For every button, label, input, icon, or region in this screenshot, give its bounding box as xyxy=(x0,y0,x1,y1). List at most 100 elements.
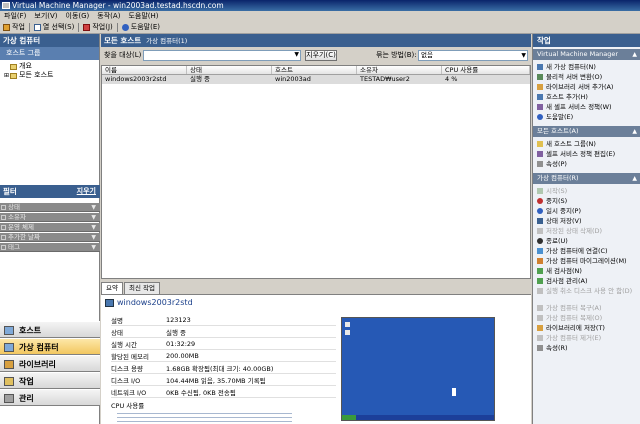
column-header-owner[interactable]: 소유자 xyxy=(357,66,442,74)
tree-item-overview[interactable]: 개요 xyxy=(4,62,95,71)
detail-row-disk-size: 디스크 용량 1.68GB 확장됨(최대 크기: 40.00GB) xyxy=(111,363,336,374)
action-label: 호스트 추가(H) xyxy=(546,93,588,101)
tab-latest-job[interactable]: 최신 작업 xyxy=(123,282,160,294)
action-item[interactable]: 호스트 추가(H) xyxy=(537,93,639,101)
tree-item-all-hosts[interactable]: ⊞ 모든 호스트 xyxy=(4,71,95,80)
menu-file[interactable]: 파일(F) xyxy=(0,11,30,22)
action-item[interactable]: 물리적 서버 변환(O) xyxy=(537,73,639,81)
nav-jobs-button[interactable]: 작업 xyxy=(0,372,100,389)
actions-title: 작업 xyxy=(533,34,640,47)
action-item[interactable]: 중지(S) xyxy=(537,197,639,205)
results-subtitle: 가상 컴퓨터(1) xyxy=(146,37,188,45)
action-item[interactable]: 일시 중지(P) xyxy=(537,207,639,215)
nav-admin-button[interactable]: 관리 xyxy=(0,389,100,406)
action-item[interactable]: 새 가상 컴퓨터(N) xyxy=(537,63,639,71)
actions-section-header[interactable]: 모든 호스트(A) ▲ xyxy=(533,126,640,137)
filter-checkbox[interactable] xyxy=(1,245,6,250)
cpu-graph-line xyxy=(117,421,292,422)
window-title: Virtual Machine Manager - win2003ad.test… xyxy=(12,1,224,10)
clear-search-button[interactable]: 지우기(C) xyxy=(305,50,337,61)
search-input[interactable]: ▼ xyxy=(143,50,301,61)
app-icon xyxy=(2,2,10,9)
nav-label: 라이브러리 xyxy=(19,360,56,369)
action-item[interactable]: 도움말(E) xyxy=(537,113,639,121)
results-title: 모든 호스트 xyxy=(104,36,142,45)
menu-help[interactable]: 도움말(H) xyxy=(124,11,162,22)
actions-section-header[interactable]: Virtual Machine Manager ▲ xyxy=(533,49,640,60)
toolbar-jobs-button[interactable]: 작업 xyxy=(0,22,28,33)
nav-library-button[interactable]: 라이브러리 xyxy=(0,355,100,372)
collapse-icon[interactable]: ▲ xyxy=(632,49,637,60)
toolbar-separator xyxy=(116,23,118,32)
toolbar-separator xyxy=(28,23,30,32)
filter-checkbox[interactable] xyxy=(1,215,6,220)
action-label: 저장된 상태 삭제(D) xyxy=(546,227,603,235)
action-label: 검사점 관리(A) xyxy=(546,277,588,285)
search-label: 찾을 대상(L) xyxy=(104,51,142,59)
action-item[interactable]: 종료(U) xyxy=(537,237,639,245)
filter-owner[interactable]: 소유자 ▼ xyxy=(0,213,100,222)
action-label: 가상 컴퓨터 복제(O) xyxy=(546,314,603,322)
filter-label: 상태 xyxy=(8,203,20,211)
collapse-icon[interactable]: ▲ xyxy=(632,173,637,184)
menu-action[interactable]: 동작(A) xyxy=(93,11,124,22)
action-item[interactable]: 셀프 서비스 정책 편집(E) xyxy=(537,150,639,158)
toolbar-help-button[interactable]: 도움말(E) xyxy=(119,22,163,33)
column-header-cpu[interactable]: CPU 사용률 xyxy=(442,66,530,74)
column-header-name[interactable]: 이름 xyxy=(102,66,187,74)
policy-icon xyxy=(537,104,543,110)
action-label: 속성(P) xyxy=(546,160,567,168)
chevron-down-icon[interactable]: ▼ xyxy=(521,51,526,60)
collapse-icon[interactable]: ▲ xyxy=(632,126,637,137)
filter-date-added[interactable]: 추가한 날짜 ▼ xyxy=(0,233,100,242)
action-item[interactable]: 새 호스트 그룹(N) xyxy=(537,140,639,148)
action-item[interactable]: 라이브러리 서버 추가(A) xyxy=(537,83,639,91)
chevron-down-icon[interactable]: ▼ xyxy=(294,51,299,58)
expand-icon[interactable]: ⊞ xyxy=(4,71,9,80)
group-by-select[interactable]: 없음 ▼ xyxy=(418,50,528,61)
menu-go[interactable]: 이동(G) xyxy=(62,11,94,22)
help-icon xyxy=(121,24,129,31)
action-item[interactable]: 새 셀프 서비스 정책(W) xyxy=(537,103,639,111)
action-item: 가상 컴퓨터 복제(O) xyxy=(537,314,639,322)
filter-checkbox[interactable] xyxy=(1,235,6,240)
action-item[interactable]: 가상 컴퓨터에 연결(C) xyxy=(537,247,639,255)
action-item: 가상 컴퓨터 복구(A) xyxy=(537,304,639,312)
nav-label: 가상 컴퓨터 xyxy=(19,343,59,352)
action-item[interactable]: 속성(P) xyxy=(537,160,639,168)
nav-vms-button[interactable]: 가상 컴퓨터 xyxy=(0,338,100,355)
column-header-status[interactable]: 상태 xyxy=(187,66,272,74)
filter-tag[interactable]: 태그 ▼ xyxy=(0,243,100,252)
filter-checkbox[interactable] xyxy=(1,225,6,230)
action-item[interactable]: 검사점 관리(A) xyxy=(537,277,639,285)
actions-section-header[interactable]: 가상 컴퓨터(R) ▲ xyxy=(533,173,640,184)
start-icon xyxy=(537,188,543,194)
action-label: 가상 컴퓨터에 연결(C) xyxy=(546,247,608,255)
detail-tabs: 요약 최신 작업 xyxy=(101,282,531,294)
filter-clear-link[interactable]: 지우기 xyxy=(77,185,96,198)
toolbar-tasks-button[interactable]: 작업(J) xyxy=(80,22,115,33)
toolbar-columns-button[interactable]: 열 선택(S) xyxy=(31,22,77,33)
library-icon xyxy=(537,84,543,90)
filter-label: 추가한 날짜 xyxy=(8,233,40,241)
action-label: 물리적 서버 변환(O) xyxy=(546,73,603,81)
menu-view[interactable]: 보기(V) xyxy=(30,11,61,22)
filter-status[interactable]: 상태 ▼ xyxy=(0,203,100,212)
action-item[interactable]: 속성(R) xyxy=(537,344,639,352)
action-item[interactable]: 상태 저장(V) xyxy=(537,217,639,225)
action-item[interactable]: 가상 컴퓨터 마이그레이션(M) xyxy=(537,257,639,265)
action-label: 도움말(E) xyxy=(546,113,574,121)
action-item[interactable]: 새 검사점(N) xyxy=(537,267,639,275)
cell-host: win2003ad xyxy=(275,75,311,83)
tab-summary[interactable]: 요약 xyxy=(101,282,123,294)
host-group-header: 호스트 그룹 xyxy=(0,47,99,60)
cursor-icon xyxy=(452,388,456,396)
nav-hosts-button[interactable]: 호스트 xyxy=(0,321,100,338)
table-row[interactable]: windows2003r2std 실행 중 win2003ad TESTAD₩u… xyxy=(102,75,530,84)
filter-os[interactable]: 운영 체제 ▼ xyxy=(0,223,100,232)
filter-checkbox[interactable] xyxy=(1,205,6,210)
vm-console-thumbnail[interactable] xyxy=(341,317,495,421)
add-host-icon xyxy=(537,94,543,100)
action-item[interactable]: 라이브러리에 저장(T) xyxy=(537,324,639,332)
column-header-host[interactable]: 호스트 xyxy=(272,66,357,74)
